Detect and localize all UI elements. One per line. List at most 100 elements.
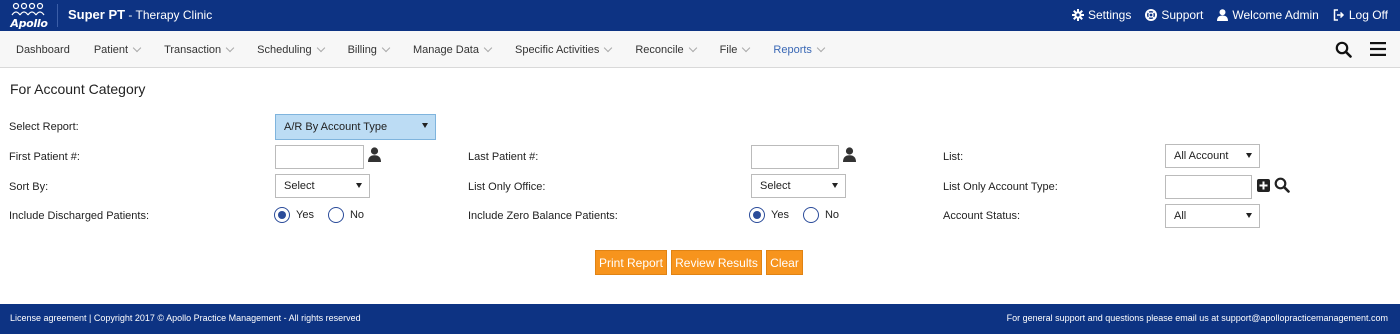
no-label: No bbox=[824, 209, 840, 221]
chevron-down-icon bbox=[225, 43, 235, 52]
dropdown-arrow-icon bbox=[1246, 213, 1252, 218]
chevron-down-icon bbox=[132, 43, 142, 52]
clinic-name: - Therapy Clinic bbox=[125, 8, 213, 22]
logoff-label: Log Off bbox=[1348, 8, 1388, 22]
header-divider bbox=[57, 4, 58, 27]
support-link[interactable]: Support bbox=[1145, 8, 1203, 22]
patient-lookup-icon[interactable] bbox=[368, 147, 381, 162]
include-zero-balance-radio-group: Yes No bbox=[749, 207, 847, 223]
dropdown-arrow-icon bbox=[356, 183, 362, 188]
nav-item-specific-activities[interactable]: Specific Activities bbox=[503, 43, 623, 56]
header-links: Settings Support Welcome Admin Log Off bbox=[1071, 8, 1388, 22]
dropdown-arrow-icon bbox=[1246, 153, 1252, 158]
review-results-button[interactable]: Review Results bbox=[671, 250, 762, 275]
last-patient-input[interactable] bbox=[751, 145, 839, 169]
footer: License agreement | Copyright 2017 © Apo… bbox=[0, 304, 1400, 334]
chevron-down-icon bbox=[316, 43, 325, 52]
nav-item-billing[interactable]: Billing bbox=[336, 43, 401, 56]
user-menu[interactable]: Welcome Admin bbox=[1217, 8, 1319, 22]
nav-item-manage-data[interactable]: Manage Data bbox=[401, 43, 503, 56]
nav-item-file[interactable]: File bbox=[708, 43, 762, 56]
people-logo-icon bbox=[11, 2, 45, 16]
nav-label: Reconcile bbox=[635, 43, 684, 56]
settings-link[interactable]: Settings bbox=[1071, 8, 1132, 22]
include-discharged-yes-radio[interactable] bbox=[274, 207, 290, 223]
list-label: List: bbox=[943, 151, 964, 163]
top-header: Apollo Super PT - Therapy Clinic Setting… bbox=[0, 0, 1400, 31]
logo-text: Apollo bbox=[10, 17, 48, 30]
apollo-logo[interactable]: Apollo bbox=[8, 2, 50, 30]
list-value: All Account bbox=[1174, 150, 1229, 162]
select-report-dropdown[interactable]: A/R By Account Type bbox=[275, 114, 436, 140]
dropdown-arrow-icon bbox=[832, 183, 838, 188]
account-status-value: All bbox=[1174, 210, 1187, 222]
footer-support-text[interactable]: For general support and questions please… bbox=[1007, 313, 1388, 323]
nav-label: Manage Data bbox=[412, 43, 479, 56]
sort-by-dropdown[interactable]: Select bbox=[275, 174, 370, 198]
include-discharged-radio-group: Yes No bbox=[274, 207, 372, 223]
dropdown-arrow-icon bbox=[422, 123, 428, 128]
nav-item-dashboard[interactable]: Dashboard bbox=[4, 44, 82, 56]
nav-search-button[interactable] bbox=[1335, 41, 1352, 61]
nav-item-scheduling[interactable]: Scheduling bbox=[245, 43, 335, 56]
app-title: Super PT - Therapy Clinic bbox=[68, 7, 212, 22]
list-only-office-label: List Only Office: bbox=[468, 181, 546, 193]
settings-label: Settings bbox=[1087, 8, 1132, 22]
lifebuoy-icon bbox=[1145, 9, 1158, 21]
nav-label: Transaction bbox=[164, 43, 222, 56]
print-report-button[interactable]: Print Report bbox=[595, 250, 667, 275]
chevron-down-icon bbox=[381, 43, 391, 52]
nav-items: Dashboard Patient Transaction Scheduling… bbox=[4, 31, 836, 68]
list-dropdown[interactable]: All Account bbox=[1165, 144, 1260, 168]
clear-button[interactable]: Clear bbox=[766, 250, 803, 275]
include-discharged-no-radio[interactable] bbox=[327, 207, 344, 223]
include-zero-balance-label: Include Zero Balance Patients: bbox=[468, 210, 618, 222]
user-icon bbox=[1217, 9, 1229, 21]
app-name: Super PT bbox=[68, 7, 126, 22]
nav-item-reconcile[interactable]: Reconcile bbox=[623, 43, 707, 56]
footer-copyright[interactable]: License agreement | Copyright 2017 © Apo… bbox=[10, 313, 361, 323]
yes-label: Yes bbox=[296, 209, 314, 221]
nav-item-reports[interactable]: Reports bbox=[761, 43, 836, 56]
plus-square-icon[interactable] bbox=[1257, 179, 1270, 192]
nav-label: Scheduling bbox=[257, 43, 312, 56]
search-icon[interactable] bbox=[1274, 177, 1290, 193]
include-zero-balance-no-radio[interactable] bbox=[802, 207, 819, 223]
list-only-account-type-label: List Only Account Type: bbox=[943, 181, 1058, 193]
yes-label: Yes bbox=[771, 209, 789, 221]
include-discharged-label: Include Discharged Patients: bbox=[9, 210, 150, 222]
gear-icon bbox=[1071, 9, 1084, 21]
main-nav: Dashboard Patient Transaction Scheduling… bbox=[0, 31, 1400, 68]
no-label: No bbox=[349, 209, 365, 221]
patient-lookup-icon[interactable] bbox=[843, 147, 856, 162]
nav-label: Patient bbox=[93, 43, 129, 56]
account-status-label: Account Status: bbox=[943, 210, 1021, 222]
nav-item-transaction[interactable]: Transaction bbox=[152, 43, 245, 56]
chevron-down-icon bbox=[742, 43, 751, 52]
chevron-down-icon bbox=[483, 43, 493, 52]
nav-label: Specific Activities bbox=[514, 43, 600, 56]
welcome-label: Welcome Admin bbox=[1232, 8, 1319, 22]
nav-item-patient[interactable]: Patient bbox=[82, 43, 152, 56]
chevron-down-icon bbox=[604, 43, 613, 52]
sort-by-label: Sort By: bbox=[9, 181, 49, 193]
page-title: For Account Category bbox=[10, 81, 146, 97]
select-report-label: Select Report: bbox=[9, 121, 79, 133]
hamburger-icon bbox=[1370, 42, 1386, 56]
select-report-value: A/R By Account Type bbox=[284, 121, 388, 133]
nav-label: Billing bbox=[347, 43, 377, 56]
logoff-link[interactable]: Log Off bbox=[1333, 8, 1388, 22]
sort-by-value: Select bbox=[284, 180, 315, 192]
hamburger-menu-button[interactable] bbox=[1370, 42, 1386, 59]
account-status-dropdown[interactable]: All bbox=[1165, 204, 1260, 228]
first-patient-input[interactable] bbox=[275, 145, 364, 169]
chevron-down-icon bbox=[688, 43, 697, 52]
list-only-office-dropdown[interactable]: Select bbox=[751, 174, 846, 198]
include-zero-balance-yes-radio[interactable] bbox=[749, 207, 765, 223]
support-label: Support bbox=[1161, 8, 1204, 22]
first-patient-label: First Patient #: bbox=[9, 151, 80, 163]
search-icon bbox=[1335, 41, 1352, 58]
nav-label: Reports bbox=[773, 43, 812, 56]
nav-label: File bbox=[719, 43, 738, 56]
account-type-input[interactable] bbox=[1165, 175, 1252, 199]
